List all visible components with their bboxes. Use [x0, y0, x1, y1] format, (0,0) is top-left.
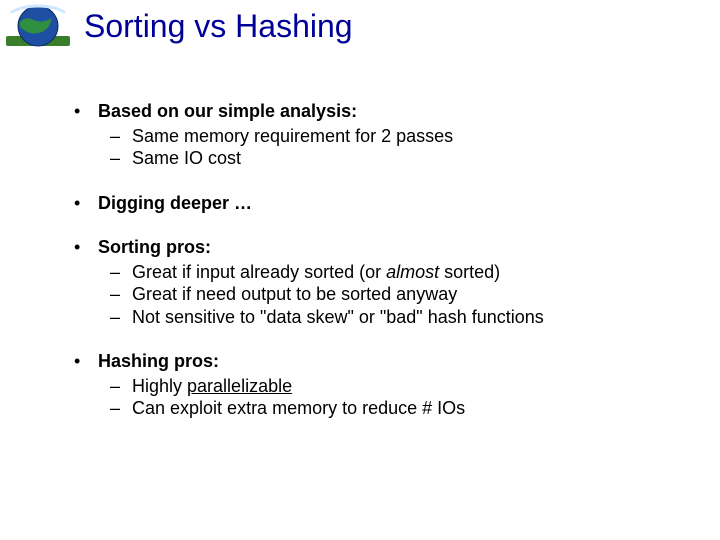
bullet-lead: Digging deeper … [98, 193, 252, 213]
bullet-lead: Hashing pros: [98, 351, 219, 371]
slide-title: Sorting vs Hashing [84, 8, 353, 45]
sub-item: Not sensitive to "data skew" or "bad" ha… [98, 306, 690, 329]
bullet-lead: Sorting pros: [98, 237, 211, 257]
sub-item: Great if input already sorted (or almost… [98, 261, 690, 284]
bullet-sorting-pros: Sorting pros: Great if input already sor… [68, 236, 690, 328]
sub-item: Great if need output to be sorted anyway [98, 283, 690, 306]
globe-logo-icon [6, 4, 70, 52]
sub-item: Same memory requirement for 2 passes [98, 125, 690, 148]
slide: Sorting vs Hashing Based on our simple a… [0, 0, 720, 540]
bullet-analysis: Based on our simple analysis: Same memor… [68, 100, 690, 170]
bullet-hashing-pros: Hashing pros: Highly parallelizable Can … [68, 350, 690, 420]
sub-item: Can exploit extra memory to reduce # IOs [98, 397, 690, 420]
bullet-lead: Based on our simple analysis: [98, 101, 357, 121]
slide-body: Based on our simple analysis: Same memor… [68, 100, 690, 442]
sub-item: Same IO cost [98, 147, 690, 170]
underline-text: parallelizable [187, 376, 292, 396]
bullet-digging: Digging deeper … [68, 192, 690, 215]
sub-item: Highly parallelizable [98, 375, 690, 398]
italic-text: almost [386, 262, 439, 282]
